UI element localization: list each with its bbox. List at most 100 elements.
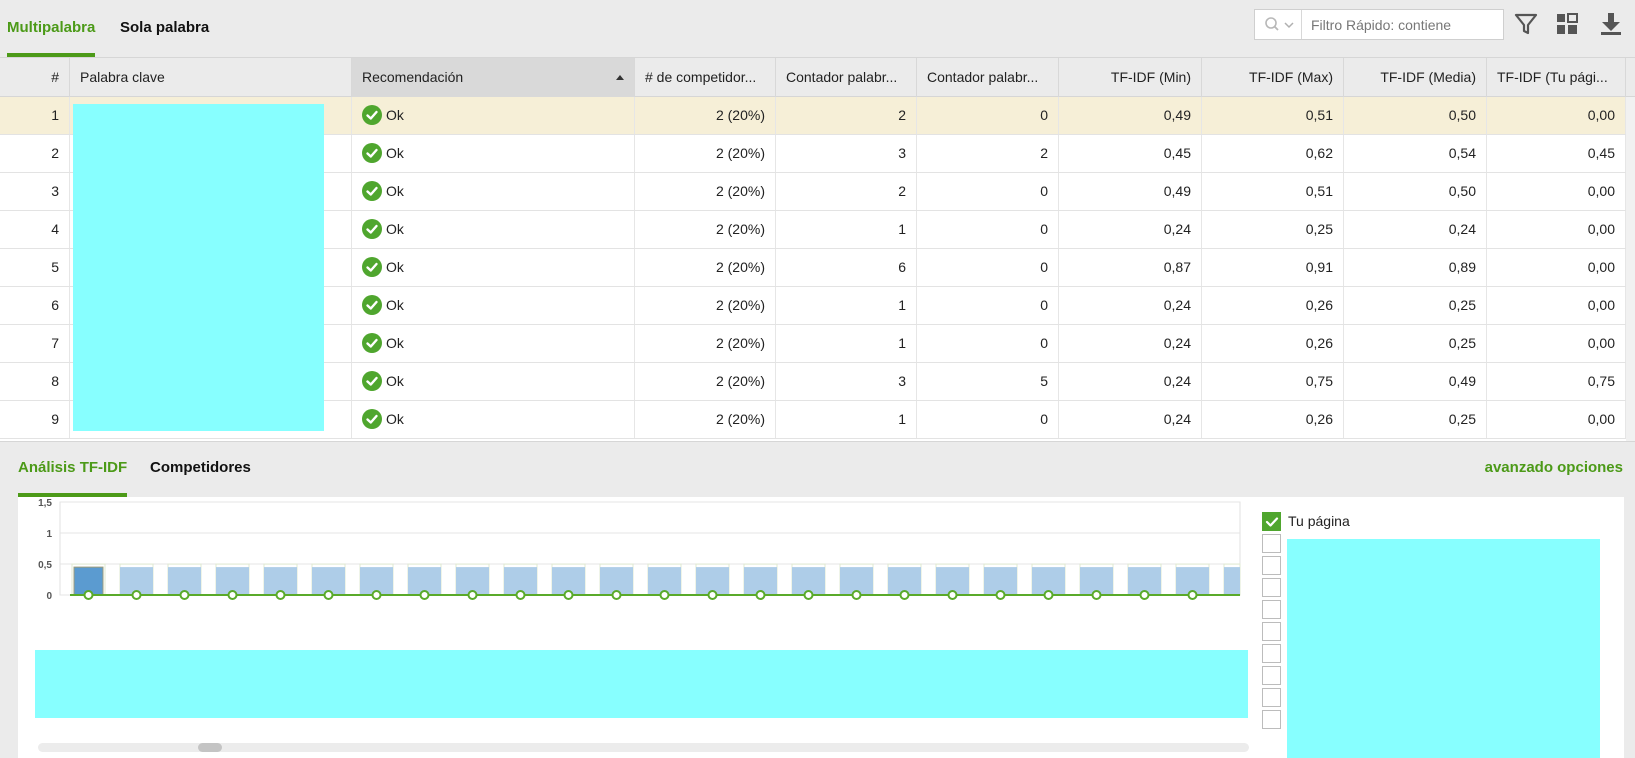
recommendation-text: Ok <box>386 183 404 199</box>
y-tick-label: 0 <box>46 591 52 602</box>
series-point <box>371 590 382 600</box>
tfidf-min-cell: 0,24 <box>1059 325 1202 362</box>
col-header-tfidf-max[interactable]: TF-IDF (Max) <box>1202 58 1344 97</box>
tab-tfidf-analysis[interactable]: Análisis TF-IDF <box>18 450 128 497</box>
legend-checkbox[interactable] <box>1262 600 1281 619</box>
col-header-recommendation-label: Recomendación <box>362 69 464 85</box>
competitors-cell: 2 (20%) <box>635 135 776 172</box>
keyword-table: # Palabra clave Recomendación # de compe… <box>0 58 1635 441</box>
advanced-options-link[interactable]: avanzado opciones <box>1485 450 1623 486</box>
scrollbar-thumb[interactable] <box>198 743 222 752</box>
row-number: 7 <box>0 325 70 362</box>
competitors-cell: 2 (20%) <box>635 97 776 134</box>
search-mode-dropdown[interactable] <box>1255 10 1302 39</box>
recommendation-text: Ok <box>386 297 404 313</box>
vertical-scrollbar[interactable] <box>1626 97 1635 441</box>
series-point <box>851 590 862 600</box>
series-point <box>83 590 94 600</box>
tfidf-min-cell: 0,24 <box>1059 363 1202 400</box>
row-number: 4 <box>0 211 70 248</box>
word-count-2-cell: 0 <box>917 173 1059 210</box>
word-count-1-cell: 6 <box>776 249 917 286</box>
legend-checkbox[interactable] <box>1262 622 1281 641</box>
y-tick-label: 1,5 <box>38 498 52 509</box>
row-number: 2 <box>0 135 70 172</box>
legend-checkbox[interactable] <box>1262 534 1281 553</box>
series-point <box>563 590 574 600</box>
legend-item[interactable]: Tu página <box>1262 512 1602 531</box>
col-header-tfidf-min[interactable]: TF-IDF (Min) <box>1059 58 1202 97</box>
competitors-cell: 2 (20%) <box>635 401 776 438</box>
tfidf-your-page-cell: 0,00 <box>1487 249 1626 286</box>
recommendation-cell: Ok <box>352 363 635 400</box>
tfidf-your-page-cell: 0,00 <box>1487 211 1626 248</box>
series-point <box>947 590 958 600</box>
legend-checkbox[interactable] <box>1262 710 1281 729</box>
check-circle-icon <box>362 256 382 277</box>
col-header-word-count-2[interactable]: Contador palabr... <box>917 58 1059 97</box>
check-circle-icon <box>362 180 382 201</box>
chevron-down-icon <box>1284 22 1294 29</box>
check-circle-icon <box>362 104 382 125</box>
legend-checkbox[interactable] <box>1262 644 1281 663</box>
recommendation-text: Ok <box>386 335 404 351</box>
tfidf-your-page-cell: 0,00 <box>1487 401 1626 438</box>
recommendation-text: Ok <box>386 221 404 237</box>
col-header-number[interactable]: # <box>0 58 70 97</box>
tfidf-avg-cell: 0,24 <box>1344 211 1487 248</box>
check-circle-icon <box>362 294 382 315</box>
bar <box>1224 567 1240 595</box>
tab-competitors[interactable]: Competidores <box>150 450 251 497</box>
drag-handle-icon <box>801 444 825 457</box>
legend-checkbox[interactable] <box>1262 688 1281 707</box>
legend-checkbox[interactable] <box>1262 512 1281 531</box>
tfidf-your-page-cell: 0,00 <box>1487 287 1626 324</box>
check-circle-icon <box>362 218 382 239</box>
panel-splitter[interactable] <box>0 441 1635 457</box>
col-header-recommendation[interactable]: Recomendación <box>352 58 635 97</box>
tfidf-your-page-cell: 0,75 <box>1487 363 1626 400</box>
tfidf-max-cell: 0,26 <box>1202 325 1344 362</box>
tfidf-your-page-cell: 0,00 <box>1487 173 1626 210</box>
recommendation-cell: Ok <box>352 249 635 286</box>
recommendation-cell: Ok <box>352 135 635 172</box>
tfidf-max-cell: 0,51 <box>1202 173 1344 210</box>
columns-grid-icon[interactable] <box>1553 10 1581 38</box>
filter-icon[interactable] <box>1512 10 1540 38</box>
tfidf-max-cell: 0,26 <box>1202 401 1344 438</box>
competitors-cell: 2 (20%) <box>635 211 776 248</box>
legend-checkbox[interactable] <box>1262 556 1281 575</box>
series-point <box>995 590 1006 600</box>
tab-sola-palabra[interactable]: Sola palabra <box>120 0 209 57</box>
col-header-competitors[interactable]: # de competidor... <box>635 58 776 97</box>
tfidf-min-cell: 0,24 <box>1059 401 1202 438</box>
recommendation-text: Ok <box>386 373 404 389</box>
col-header-keyword[interactable]: Palabra clave <box>70 58 352 97</box>
word-count-1-cell: 1 <box>776 401 917 438</box>
chart-legend: Tu página <box>1262 512 1622 758</box>
col-header-word-count-1[interactable]: Contador palabr... <box>776 58 917 97</box>
col-header-tfidf-avg[interactable]: TF-IDF (Media) <box>1344 58 1487 97</box>
legend-label: Tu página <box>1288 513 1350 529</box>
legend-checkbox[interactable] <box>1262 666 1281 685</box>
series-point <box>179 590 190 600</box>
quick-filter-input[interactable] <box>1303 10 1503 39</box>
redacted-keywords <box>73 104 324 431</box>
row-number: 8 <box>0 363 70 400</box>
legend-checkbox[interactable] <box>1262 578 1281 597</box>
y-tick-label: 0,5 <box>38 560 52 571</box>
word-count-2-cell: 0 <box>917 211 1059 248</box>
download-icon[interactable] <box>1597 10 1625 38</box>
word-count-1-cell: 1 <box>776 325 917 362</box>
tfidf-max-cell: 0,51 <box>1202 97 1344 134</box>
tfidf-avg-cell: 0,89 <box>1344 249 1487 286</box>
tab-multipalabra[interactable]: Multipalabra <box>7 0 96 57</box>
row-number: 3 <box>0 173 70 210</box>
tfidf-your-page-cell: 0,00 <box>1487 325 1626 362</box>
col-header-tfidf-your-page[interactable]: TF-IDF (Tu pági... <box>1487 58 1626 97</box>
tfidf-avg-cell: 0,25 <box>1344 325 1487 362</box>
competitors-cell: 2 (20%) <box>635 325 776 362</box>
tfidf-min-cell: 0,24 <box>1059 287 1202 324</box>
word-count-2-cell: 0 <box>917 325 1059 362</box>
chart-horizontal-scrollbar[interactable] <box>38 743 1249 752</box>
